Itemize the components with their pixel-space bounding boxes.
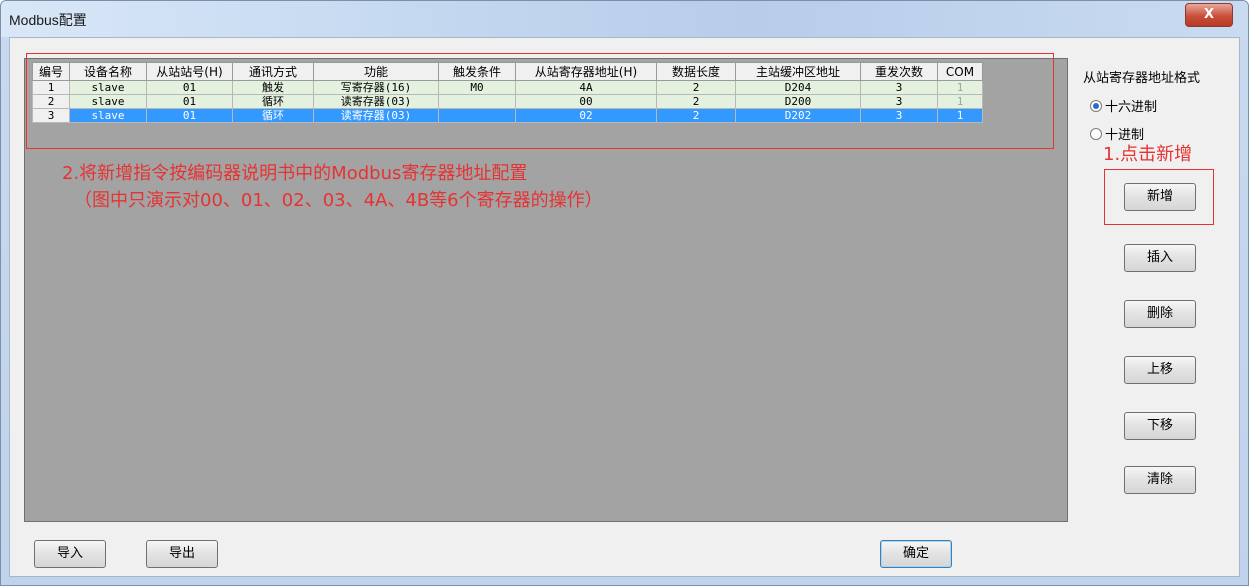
address-format-group-label: 从站寄存器地址格式 (1083, 71, 1201, 86)
table-highlight-box (26, 53, 1054, 149)
radio-hex-label: 十六进制 (1105, 100, 1158, 115)
step2-annotation-line1: 2.将新增指令按编码器说明书中的Modbus寄存器地址配置 (62, 163, 528, 184)
step2-annotation: 2.将新增指令按编码器说明书中的Modbus寄存器地址配置 （图中只演示对00、… (62, 160, 603, 214)
clear-button[interactable]: 清除 (1124, 466, 1196, 494)
radio-hex[interactable]: 十六进制 (1090, 96, 1157, 115)
move-down-button[interactable]: 下移 (1124, 412, 1196, 440)
step2-annotation-line2: （图中只演示对00、01、02、03、4A、4B等6个寄存器的操作） (74, 190, 603, 211)
window-title: Modbus配置 (9, 12, 87, 28)
step1-annotation: 1.点击新增 (1103, 144, 1193, 165)
close-button[interactable]: X (1185, 3, 1233, 27)
radio-unchecked-icon[interactable] (1090, 128, 1102, 140)
add-button[interactable]: 新增 (1124, 183, 1196, 211)
insert-button[interactable]: 插入 (1124, 244, 1196, 272)
radio-checked-icon[interactable] (1090, 100, 1102, 112)
ok-button[interactable]: 确定 (880, 540, 952, 568)
export-button[interactable]: 导出 (146, 540, 218, 568)
move-up-button[interactable]: 上移 (1124, 356, 1196, 384)
title-bar: Modbus配置 X (1, 1, 1248, 37)
import-button[interactable]: 导入 (34, 540, 106, 568)
delete-button[interactable]: 删除 (1124, 300, 1196, 328)
